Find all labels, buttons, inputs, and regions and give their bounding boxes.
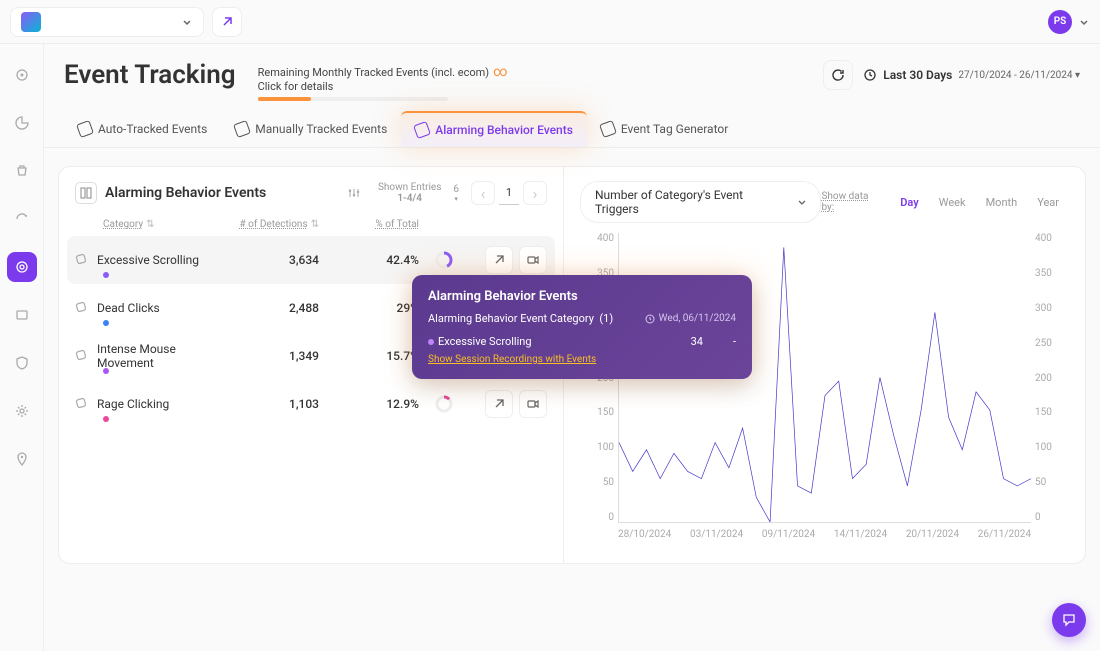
refresh-icon bbox=[831, 68, 845, 82]
row-detections: 1,103 bbox=[219, 397, 319, 411]
row-detections: 2,488 bbox=[219, 301, 319, 315]
sidebar-settings[interactable] bbox=[7, 396, 37, 426]
tab-auto-tracked[interactable]: Auto-Tracked Events bbox=[64, 111, 221, 147]
external-link-icon bbox=[220, 15, 234, 29]
infinity-icon: ∞ bbox=[493, 64, 507, 80]
panel-icon bbox=[75, 182, 97, 204]
page-number: 1 bbox=[499, 181, 519, 205]
row-donut bbox=[419, 250, 469, 270]
tag-icon bbox=[76, 120, 94, 138]
chevron-down-icon[interactable] bbox=[1078, 16, 1090, 28]
tag-icon bbox=[413, 121, 431, 139]
chat-button[interactable] bbox=[1052, 603, 1086, 637]
tag-icon bbox=[233, 120, 251, 138]
chevron-down-icon bbox=[181, 16, 193, 28]
refresh-button[interactable] bbox=[823, 60, 853, 90]
panel-title: Alarming Behavior Events bbox=[105, 185, 266, 201]
next-page-button[interactable]: › bbox=[523, 181, 547, 205]
row-percent: 42.4% bbox=[319, 253, 419, 267]
row-percent: 29% bbox=[319, 301, 419, 315]
tab-manually-tracked[interactable]: Manually Tracked Events bbox=[221, 111, 401, 147]
sidebar-events[interactable] bbox=[7, 252, 37, 282]
tag-icon bbox=[599, 120, 617, 138]
gran-week[interactable]: Week bbox=[929, 192, 976, 213]
granularity-toggle: Show data by: Day Week Month Year bbox=[821, 191, 1069, 213]
chart-tooltip: Alarming Behavior Events Alarming Behavi… bbox=[412, 275, 752, 379]
row-category: Intense Mouse Movement bbox=[97, 342, 219, 370]
tooltip-recordings-link[interactable]: Show Session Recordings with Events bbox=[428, 354, 736, 365]
row-percent: 12.9% bbox=[319, 397, 419, 411]
row-detections: 1,349 bbox=[219, 349, 319, 363]
record-button[interactable] bbox=[519, 246, 547, 274]
chevron-down-icon bbox=[797, 197, 807, 207]
page-title: Event Tracking bbox=[64, 60, 236, 90]
user-avatar[interactable]: PS bbox=[1048, 10, 1072, 34]
row-category: Rage Clicking bbox=[97, 397, 219, 411]
sort-icon[interactable]: ⇅ bbox=[311, 219, 319, 230]
entries-per-page[interactable]: 6 ▾ bbox=[453, 184, 459, 203]
page-header: Event Tracking Remaining Monthly Tracked… bbox=[44, 44, 1100, 101]
sidebar-recordings[interactable] bbox=[7, 300, 37, 330]
color-dot bbox=[103, 416, 109, 422]
tag-icon bbox=[75, 301, 97, 315]
sidebar-privacy[interactable] bbox=[7, 348, 37, 378]
clock-icon bbox=[863, 68, 877, 82]
tab-alarming[interactable]: Alarming Behavior Events bbox=[401, 111, 587, 147]
row-category: Dead Clicks bbox=[97, 301, 219, 315]
gran-year[interactable]: Year bbox=[1027, 192, 1069, 213]
color-dot bbox=[103, 368, 109, 374]
row-donut bbox=[419, 394, 469, 414]
tag-icon bbox=[75, 397, 97, 411]
tabs: Auto-Tracked Events Manually Tracked Eve… bbox=[44, 101, 1100, 148]
row-detections: 3,634 bbox=[219, 253, 319, 267]
sidebar-analytics[interactable] bbox=[7, 108, 37, 138]
gran-day[interactable]: Day bbox=[890, 192, 928, 213]
shown-entries: Shown Entries 1-4/4 bbox=[378, 182, 441, 204]
sort-icon[interactable]: ⇅ bbox=[146, 219, 154, 230]
row-percent: 15.7% bbox=[319, 349, 419, 363]
record-button[interactable] bbox=[519, 390, 547, 418]
prev-page-button[interactable]: ‹ bbox=[471, 181, 495, 205]
remaining-details-link[interactable]: Click for details bbox=[258, 80, 508, 93]
color-dot bbox=[103, 272, 109, 278]
sidebar-dashboard[interactable] bbox=[7, 60, 37, 90]
sidebar bbox=[0, 44, 44, 651]
pager: ‹ 1 › bbox=[471, 181, 547, 205]
tag-icon bbox=[75, 349, 97, 363]
sidebar-location[interactable] bbox=[7, 444, 37, 474]
sidebar-sessions[interactable] bbox=[7, 204, 37, 234]
open-external-button[interactable] bbox=[212, 7, 242, 37]
table-row[interactable]: Rage Clicking 1,103 12.9% bbox=[59, 380, 563, 428]
tab-generator[interactable]: Event Tag Generator bbox=[587, 111, 742, 147]
remaining-events-label: Remaining Monthly Tracked Events (incl. … bbox=[258, 64, 508, 80]
table-header: Category⇅ # of Detections⇅ % of Total bbox=[59, 213, 563, 236]
open-button[interactable] bbox=[485, 390, 513, 418]
metric-select[interactable]: Number of Category's Event Triggers bbox=[580, 181, 821, 223]
open-button[interactable] bbox=[485, 246, 513, 274]
sidebar-commerce[interactable] bbox=[7, 156, 37, 186]
date-range-selector[interactable]: Last 30 Days 27/10/2024 - 26/11/2024 ▾ bbox=[863, 68, 1080, 82]
tag-icon bbox=[75, 253, 97, 267]
chart-panel: ⇔ Number of Category's Event Triggers Sh… bbox=[564, 167, 1085, 563]
y-axis-right: 400350300250200150100500 bbox=[1035, 233, 1069, 523]
project-logo bbox=[21, 12, 41, 32]
clock-icon bbox=[645, 314, 655, 324]
chat-icon bbox=[1061, 612, 1077, 628]
row-category: Excessive Scrolling bbox=[97, 253, 219, 267]
gran-month[interactable]: Month bbox=[976, 192, 1028, 213]
x-axis: 28/10/202403/11/202409/11/202414/11/2024… bbox=[618, 529, 1031, 553]
color-dot bbox=[103, 320, 109, 326]
table-settings-button[interactable] bbox=[342, 181, 366, 205]
topbar: PS bbox=[0, 0, 1100, 44]
project-selector[interactable] bbox=[10, 7, 204, 37]
